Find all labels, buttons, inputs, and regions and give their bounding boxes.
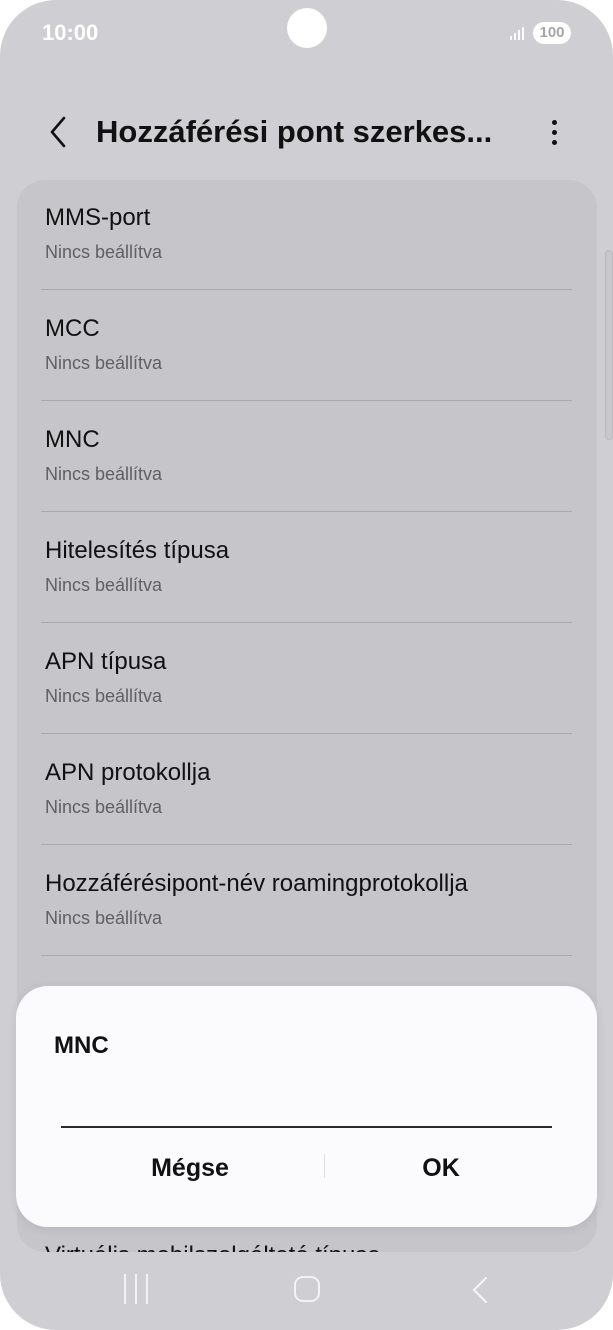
phone-screen: 10:00 100 Hozzáférési pont szerkes... MM…: [0, 0, 613, 1330]
page-title: Hozzáférési pont szerkes...: [96, 114, 493, 149]
status-time: 10:00: [42, 20, 99, 45]
item-value: Nincs beállítva: [45, 686, 163, 706]
status-bar: 10:00 100: [0, 0, 613, 70]
list-item-roaming-protocol[interactable]: Hozzáférésipont-név roamingprotokollja N…: [17, 846, 597, 957]
list-item-mvno-type[interactable]: Virtuális mobilszolgáltató típusa: [45, 1242, 381, 1252]
ok-button[interactable]: OK: [328, 1146, 554, 1190]
home-icon[interactable]: [294, 1276, 320, 1302]
item-value: Nincs beállítva: [45, 353, 163, 373]
navigation-bar: [0, 1252, 613, 1330]
item-value: Nincs beállítva: [45, 242, 163, 262]
list-item-mcc[interactable]: MCC Nincs beállítva: [17, 291, 597, 402]
divider: [41, 289, 572, 290]
battery-level: 100: [539, 24, 565, 41]
chevron-left-icon: [50, 116, 66, 148]
signal-icon: [510, 26, 528, 40]
divider: [41, 733, 572, 734]
divider: [41, 400, 572, 401]
divider: [41, 844, 572, 845]
mnc-dialog: MNC Mégse OK: [16, 986, 597, 1227]
item-value: Nincs beállítva: [45, 575, 163, 595]
divider: [41, 955, 572, 956]
button-divider: [324, 1154, 325, 1178]
item-label: MNC: [45, 426, 100, 453]
more-options-button[interactable]: [536, 112, 572, 152]
list-item-apn-type[interactable]: APN típusa Nincs beállítva: [17, 624, 597, 735]
item-label: Hitelesítés típusa: [45, 537, 230, 564]
more-vert-icon: [551, 119, 557, 125]
mnc-input[interactable]: [61, 1094, 552, 1128]
list-item-apn-protocol[interactable]: APN protokollja Nincs beállítva: [17, 735, 597, 846]
item-label: MCC: [45, 315, 100, 342]
camera-cutout: [287, 8, 327, 48]
app-header: Hozzáférési pont szerkes...: [0, 100, 613, 164]
divider: [41, 622, 572, 623]
list-item-mms-port[interactable]: MMS-port Nincs beállítva: [17, 180, 597, 291]
item-value: Nincs beállítva: [45, 464, 163, 484]
scrollbar[interactable]: [605, 250, 613, 440]
item-value: Nincs beállítva: [45, 797, 163, 817]
battery-icon: 100: [533, 22, 571, 44]
item-label: APN típusa: [45, 648, 167, 675]
list-item-mnc[interactable]: MNC Nincs beállítva: [17, 402, 597, 513]
back-icon[interactable]: [468, 1274, 492, 1306]
recents-icon[interactable]: [124, 1274, 148, 1304]
item-label: APN protokollja: [45, 759, 211, 786]
item-value: Nincs beállítva: [45, 908, 163, 928]
back-button[interactable]: [38, 110, 78, 154]
cancel-button[interactable]: Mégse: [76, 1146, 304, 1190]
item-label: MMS-port: [45, 204, 151, 231]
divider: [41, 511, 572, 512]
dialog-title: MNC: [54, 1032, 109, 1059]
list-item-auth-type[interactable]: Hitelesítés típusa Nincs beállítva: [17, 513, 597, 624]
item-label: Hozzáférésipont-név roamingprotokollja: [45, 870, 468, 897]
